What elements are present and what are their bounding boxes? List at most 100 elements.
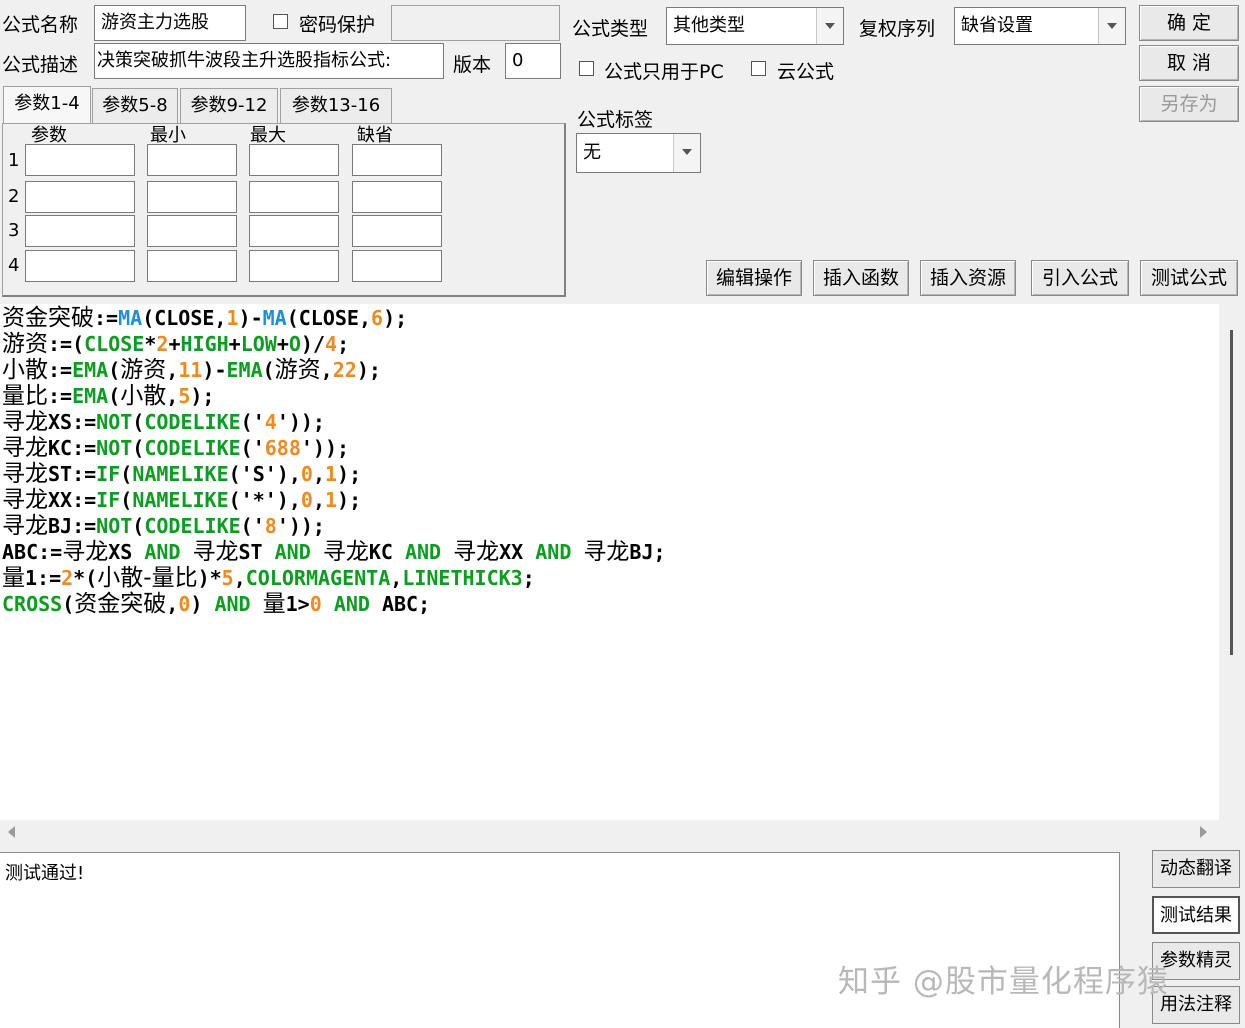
code-token: BJ:=: [48, 514, 97, 538]
code-token: (': [240, 514, 265, 538]
formula-desc-input[interactable]: 决策突破抓牛波段主升选股指标公式:: [94, 43, 444, 79]
code-token: AND: [404, 540, 442, 564]
code-token: 小散: [2, 357, 48, 383]
edit-operations-button[interactable]: 编辑操作: [706, 260, 802, 296]
code-line[interactable]: 寻龙ST:=IF(NAMELIKE('S'),0,1);: [2, 461, 361, 487]
code-token: 寻龙: [2, 461, 48, 487]
password-input[interactable]: [391, 5, 560, 41]
scroll-left-icon[interactable]: [8, 826, 15, 838]
code-token: EMA: [72, 358, 109, 382]
code-token: CODELIKE: [144, 436, 241, 460]
tab-params-1-4[interactable]: 参数1-4: [3, 86, 91, 124]
code-token: (: [262, 358, 275, 382]
ok-button[interactable]: 确 定: [1139, 5, 1239, 41]
scroll-right-icon[interactable]: [1200, 826, 1207, 838]
import-formula-button[interactable]: 引入公式: [1031, 260, 1129, 296]
code-token: )/: [300, 332, 326, 356]
code-token: 量: [262, 591, 286, 617]
rights-select[interactable]: 缺省设置: [954, 7, 1126, 45]
code-line[interactable]: 资金突破:=MA(CLOSE,1)-MA(CLOSE,6);: [2, 305, 407, 331]
test-formula-button[interactable]: 测试公式: [1140, 260, 1238, 296]
code-token: EMA: [226, 358, 263, 382]
insert-function-button[interactable]: 插入函数: [813, 260, 909, 296]
code-token: ,: [312, 462, 325, 486]
code-token: 寻龙: [2, 513, 48, 539]
code-token: NOT: [96, 436, 133, 460]
pc-only-checkbox[interactable]: [579, 61, 594, 76]
code-editor[interactable]: 资金突破:=MA(CLOSE,1)-MA(CLOSE,6); 游资:=(CLOSE…: [0, 304, 1219, 820]
chevron-down-icon[interactable]: [1098, 8, 1125, 44]
version-input[interactable]: 0: [505, 43, 561, 79]
param-1-default[interactable]: [352, 144, 442, 176]
code-line[interactable]: 寻龙XX:=IF(NAMELIKE('*'),0,1);: [2, 487, 361, 513]
pc-only-label: 公式只用于PC: [604, 61, 724, 83]
formula-tag-select[interactable]: 无: [576, 133, 701, 173]
tab-params-13-16[interactable]: 参数13-16: [280, 88, 392, 124]
code-line[interactable]: 寻龙BJ:=NOT(CODELIKE('8'));: [2, 513, 325, 539]
code-token: (: [132, 410, 145, 434]
code-line[interactable]: ABC:=寻龙XS AND 寻龙ST AND 寻龙KC AND 寻龙XX AND…: [2, 539, 666, 565]
tab-params-9-12[interactable]: 参数9-12: [180, 88, 278, 124]
param-row-number: 4: [8, 255, 20, 276]
code-line[interactable]: 寻龙XS:=NOT(CODELIKE('4'));: [2, 409, 325, 435]
code-token: 0: [300, 462, 313, 486]
code-token: :=: [48, 358, 73, 382]
code-token: 2: [61, 566, 74, 590]
param-4-max[interactable]: [249, 250, 339, 282]
param-2-max[interactable]: [249, 181, 339, 213]
vertical-scrollbar-thumb[interactable]: [1230, 330, 1233, 655]
insert-resource-button[interactable]: 插入资源: [920, 260, 1016, 296]
code-token: KC: [368, 540, 405, 564]
param-3-min[interactable]: [147, 215, 237, 247]
tab-params-5-8[interactable]: 参数5-8: [92, 88, 178, 124]
code-token: 22: [332, 358, 357, 382]
code-line[interactable]: 寻龙KC:=NOT(CODELIKE('688'));: [2, 435, 349, 461]
save-as-button[interactable]: 另存为: [1139, 86, 1239, 122]
code-token: )-: [238, 306, 263, 330]
code-token: 1>: [285, 592, 310, 616]
code-token: 11: [178, 358, 203, 382]
code-token: IF: [96, 488, 121, 512]
code-line[interactable]: 量比:=EMA(小散,5);: [2, 383, 214, 409]
param-2-default[interactable]: [352, 181, 442, 213]
cloud-formula-checkbox[interactable]: [751, 61, 766, 76]
param-1-name[interactable]: [25, 144, 135, 176]
code-token: 寻龙: [322, 539, 369, 565]
code-line[interactable]: 量1:=2*(小散-量比)*5,COLORMAGENTA,LINETHICK3;: [2, 565, 535, 591]
code-token: BJ;: [629, 540, 666, 564]
code-token: ,: [312, 488, 325, 512]
param-1-max[interactable]: [249, 144, 339, 176]
code-token: 寻龙: [583, 539, 630, 565]
param-2-name[interactable]: [25, 181, 135, 213]
code-line[interactable]: CROSS(资金突破,0) AND 量1>0 AND ABC;: [2, 591, 430, 617]
test-result-button[interactable]: 测试结果: [1152, 896, 1240, 934]
param-4-min[interactable]: [147, 250, 237, 282]
chevron-down-icon[interactable]: [816, 8, 843, 44]
param-2-min[interactable]: [147, 181, 237, 213]
chevron-down-icon[interactable]: [673, 134, 700, 172]
formula-type-select[interactable]: 其他类型: [666, 7, 844, 45]
formula-name-input[interactable]: 游资主力选股: [94, 5, 246, 41]
code-line[interactable]: 小散:=EMA(游资,11)-EMA(游资,22);: [2, 357, 381, 383]
horizontal-scrollbar[interactable]: [0, 820, 1219, 844]
code-token: 0: [178, 592, 191, 616]
password-checkbox[interactable]: [273, 14, 288, 29]
code-token: ST:=: [48, 462, 97, 486]
code-token: 寻龙: [453, 539, 500, 565]
param-4-name[interactable]: [25, 250, 135, 282]
code-token: LINETHICK3: [402, 566, 523, 590]
code-line[interactable]: 游资:=(CLOSE*2+HIGH+LOW+O)/4;: [2, 331, 349, 357]
param-3-max[interactable]: [249, 215, 339, 247]
code-token: 游资: [120, 357, 167, 383]
test-result-message: 测试通过!: [5, 863, 85, 884]
param-1-min[interactable]: [147, 144, 237, 176]
code-token: 4: [325, 332, 338, 356]
param-3-default[interactable]: [352, 215, 442, 247]
param-4-default[interactable]: [352, 250, 442, 282]
dynamic-translate-button[interactable]: 动态翻译: [1152, 850, 1240, 888]
code-token: '));: [276, 410, 325, 434]
cancel-button[interactable]: 取 消: [1139, 45, 1239, 81]
param-3-name[interactable]: [25, 215, 135, 247]
